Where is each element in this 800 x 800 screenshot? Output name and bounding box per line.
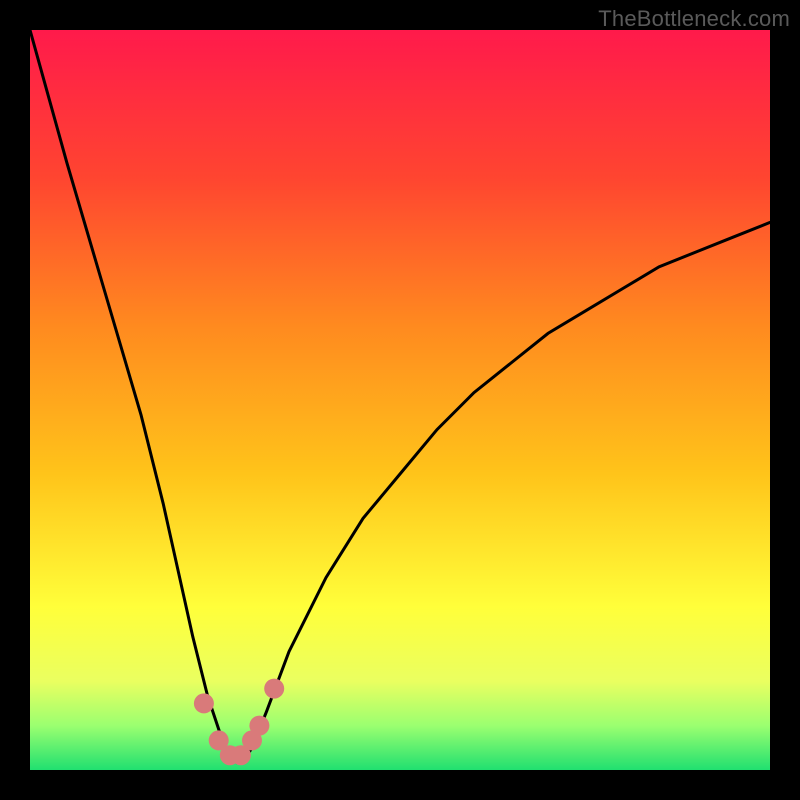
gradient-background [30,30,770,770]
chart-frame: TheBottleneck.com [0,0,800,800]
curve-marker [194,693,214,713]
curve-marker [249,716,269,736]
watermark-text: TheBottleneck.com [598,6,790,32]
bottleneck-chart [30,30,770,770]
curve-marker [264,679,284,699]
plot-area [30,30,770,770]
